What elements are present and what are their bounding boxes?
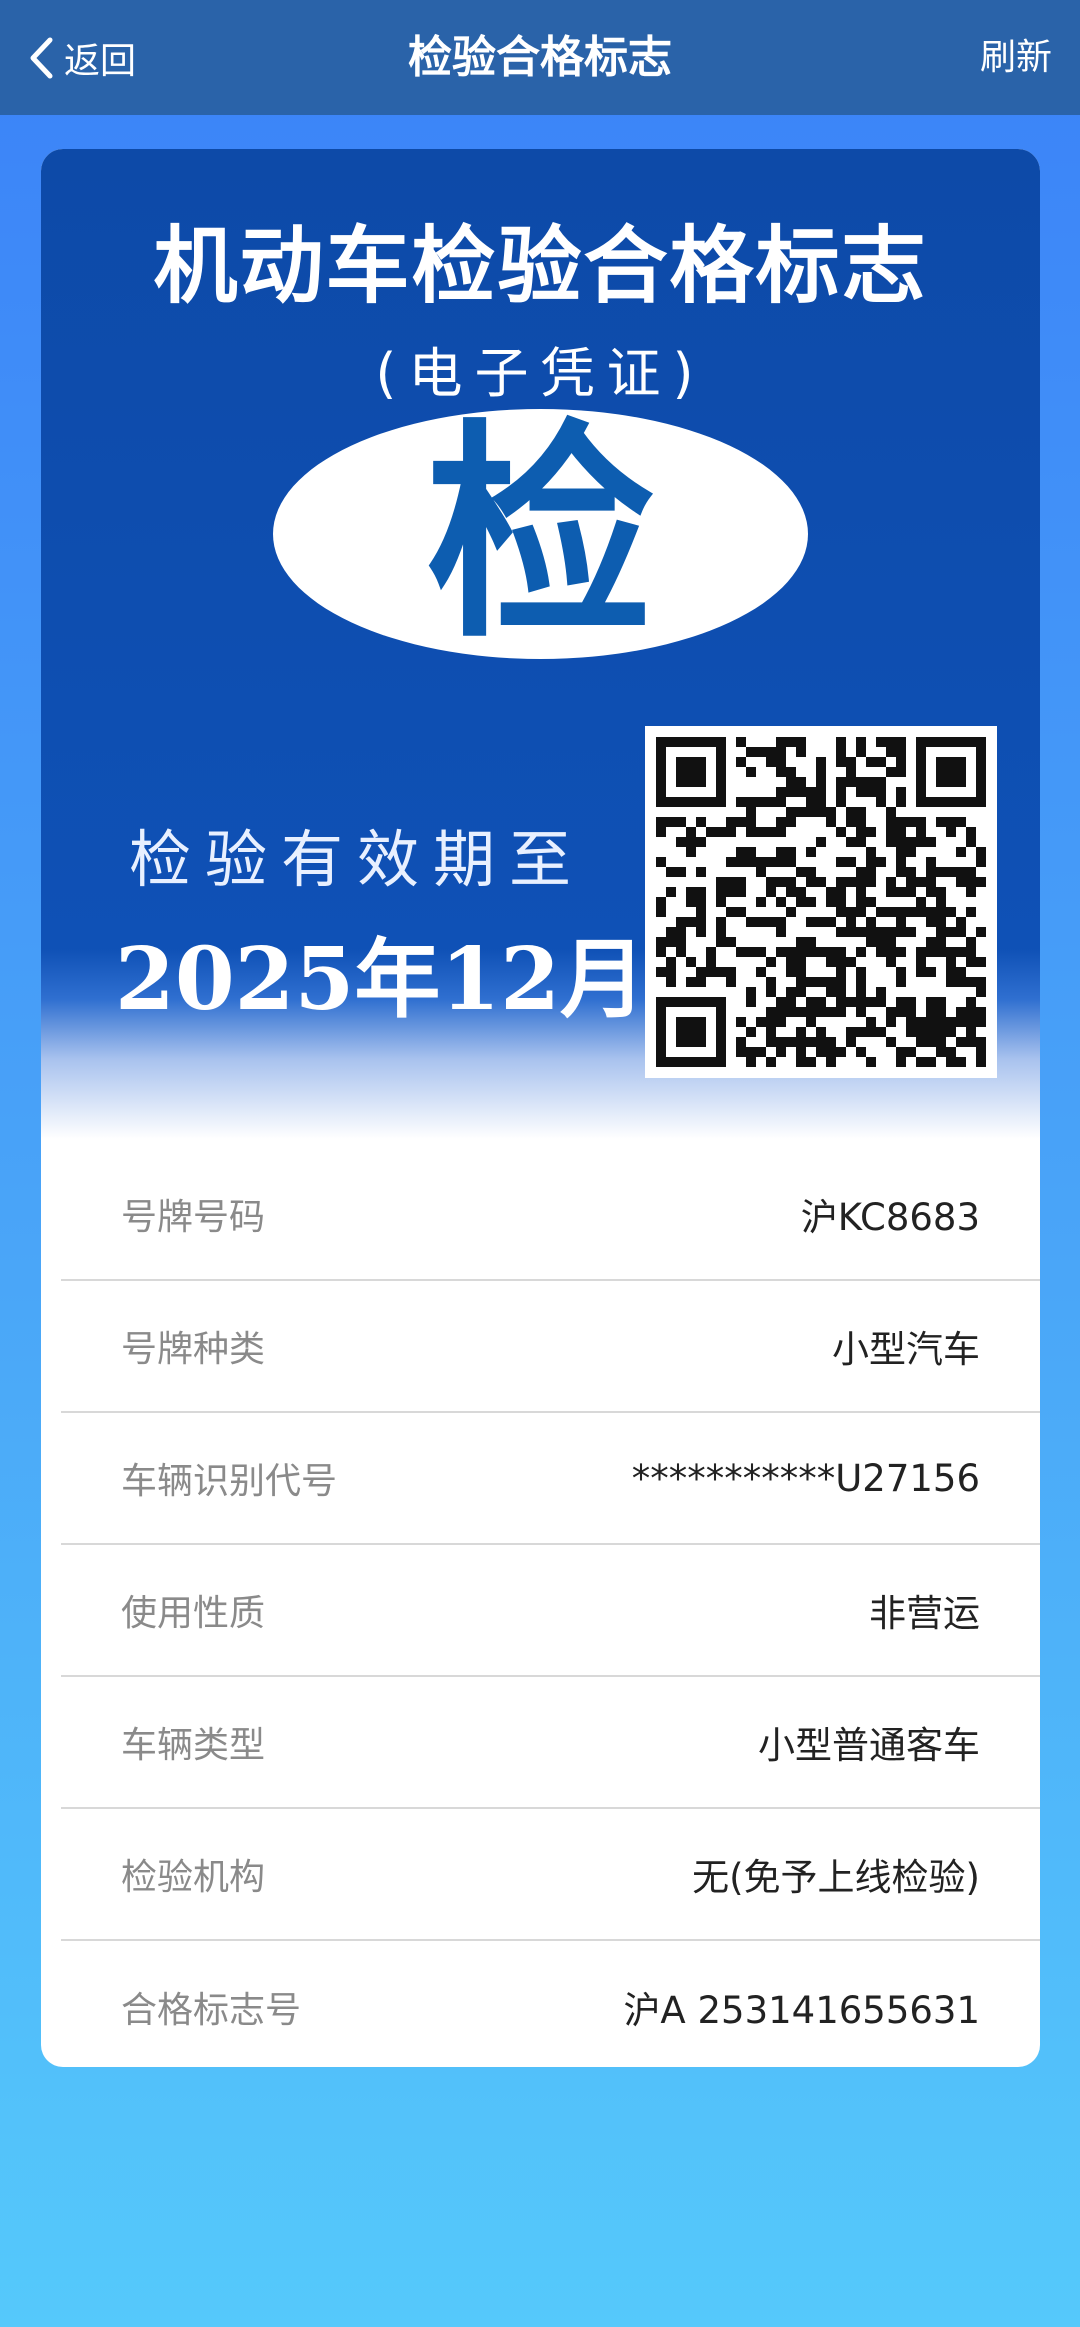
vehicle-info-list: 号牌号码 沪KC8683 号牌种类 小型汽车 车辆识别代号 **********… (61, 1149, 1040, 2067)
field-label: 使用性质 (121, 1593, 266, 1634)
table-row: 号牌号码 沪KC8683 (61, 1149, 1040, 1281)
refresh-button[interactable]: 刷新 (980, 28, 1052, 88)
valid-until-label: 检验有效期至 (129, 823, 586, 896)
card-title: 机动车检验合格标志 (153, 217, 928, 315)
field-value: ***********U27156 (631, 1456, 980, 1500)
table-row: 合格标志号 沪A 253141655631 (61, 1941, 1040, 2067)
inspection-seal: 检 (273, 409, 808, 659)
field-value: 无(免予上线检验) (692, 1856, 980, 1899)
field-label: 检验机构 (121, 1857, 266, 1898)
table-row: 使用性质 非营运 (61, 1545, 1040, 1677)
qr-code-icon (656, 737, 986, 1067)
inspection-card: 机动车检验合格标志 (电子凭证) 检 检验有效期至 2025年12月 号牌号码 … (41, 149, 1040, 2067)
field-value: 小型普通客车 (758, 1724, 980, 1767)
page-title: 检验合格标志 (408, 32, 672, 83)
field-label: 号牌种类 (121, 1329, 266, 1370)
field-value: 非营运 (869, 1592, 980, 1635)
top-bar: 返回 检验合格标志 刷新 (0, 0, 1080, 115)
field-value: 沪A 253141655631 (623, 1989, 980, 2032)
qr-code (645, 726, 997, 1078)
card-hero: 机动车检验合格标志 (电子凭证) 检 检验有效期至 2025年12月 (41, 149, 1040, 1149)
table-row: 车辆类型 小型普通客车 (61, 1677, 1040, 1809)
field-value: 小型汽车 (832, 1328, 980, 1371)
field-label: 车辆识别代号 (121, 1461, 338, 1502)
card-subtitle: (电子凭证) (375, 342, 706, 405)
table-row: 车辆识别代号 ***********U27156 (61, 1413, 1040, 1545)
field-label: 车辆类型 (121, 1725, 266, 1766)
valid-until-date: 2025年12月 (115, 929, 647, 1030)
table-row: 号牌种类 小型汽车 (61, 1281, 1040, 1413)
seal-character: 检 (425, 399, 656, 669)
field-value: 沪KC8683 (800, 1196, 980, 1239)
field-label: 合格标志号 (121, 1990, 302, 2031)
table-row: 检验机构 无(免予上线检验) (61, 1809, 1040, 1941)
field-label: 号牌号码 (121, 1197, 266, 1238)
